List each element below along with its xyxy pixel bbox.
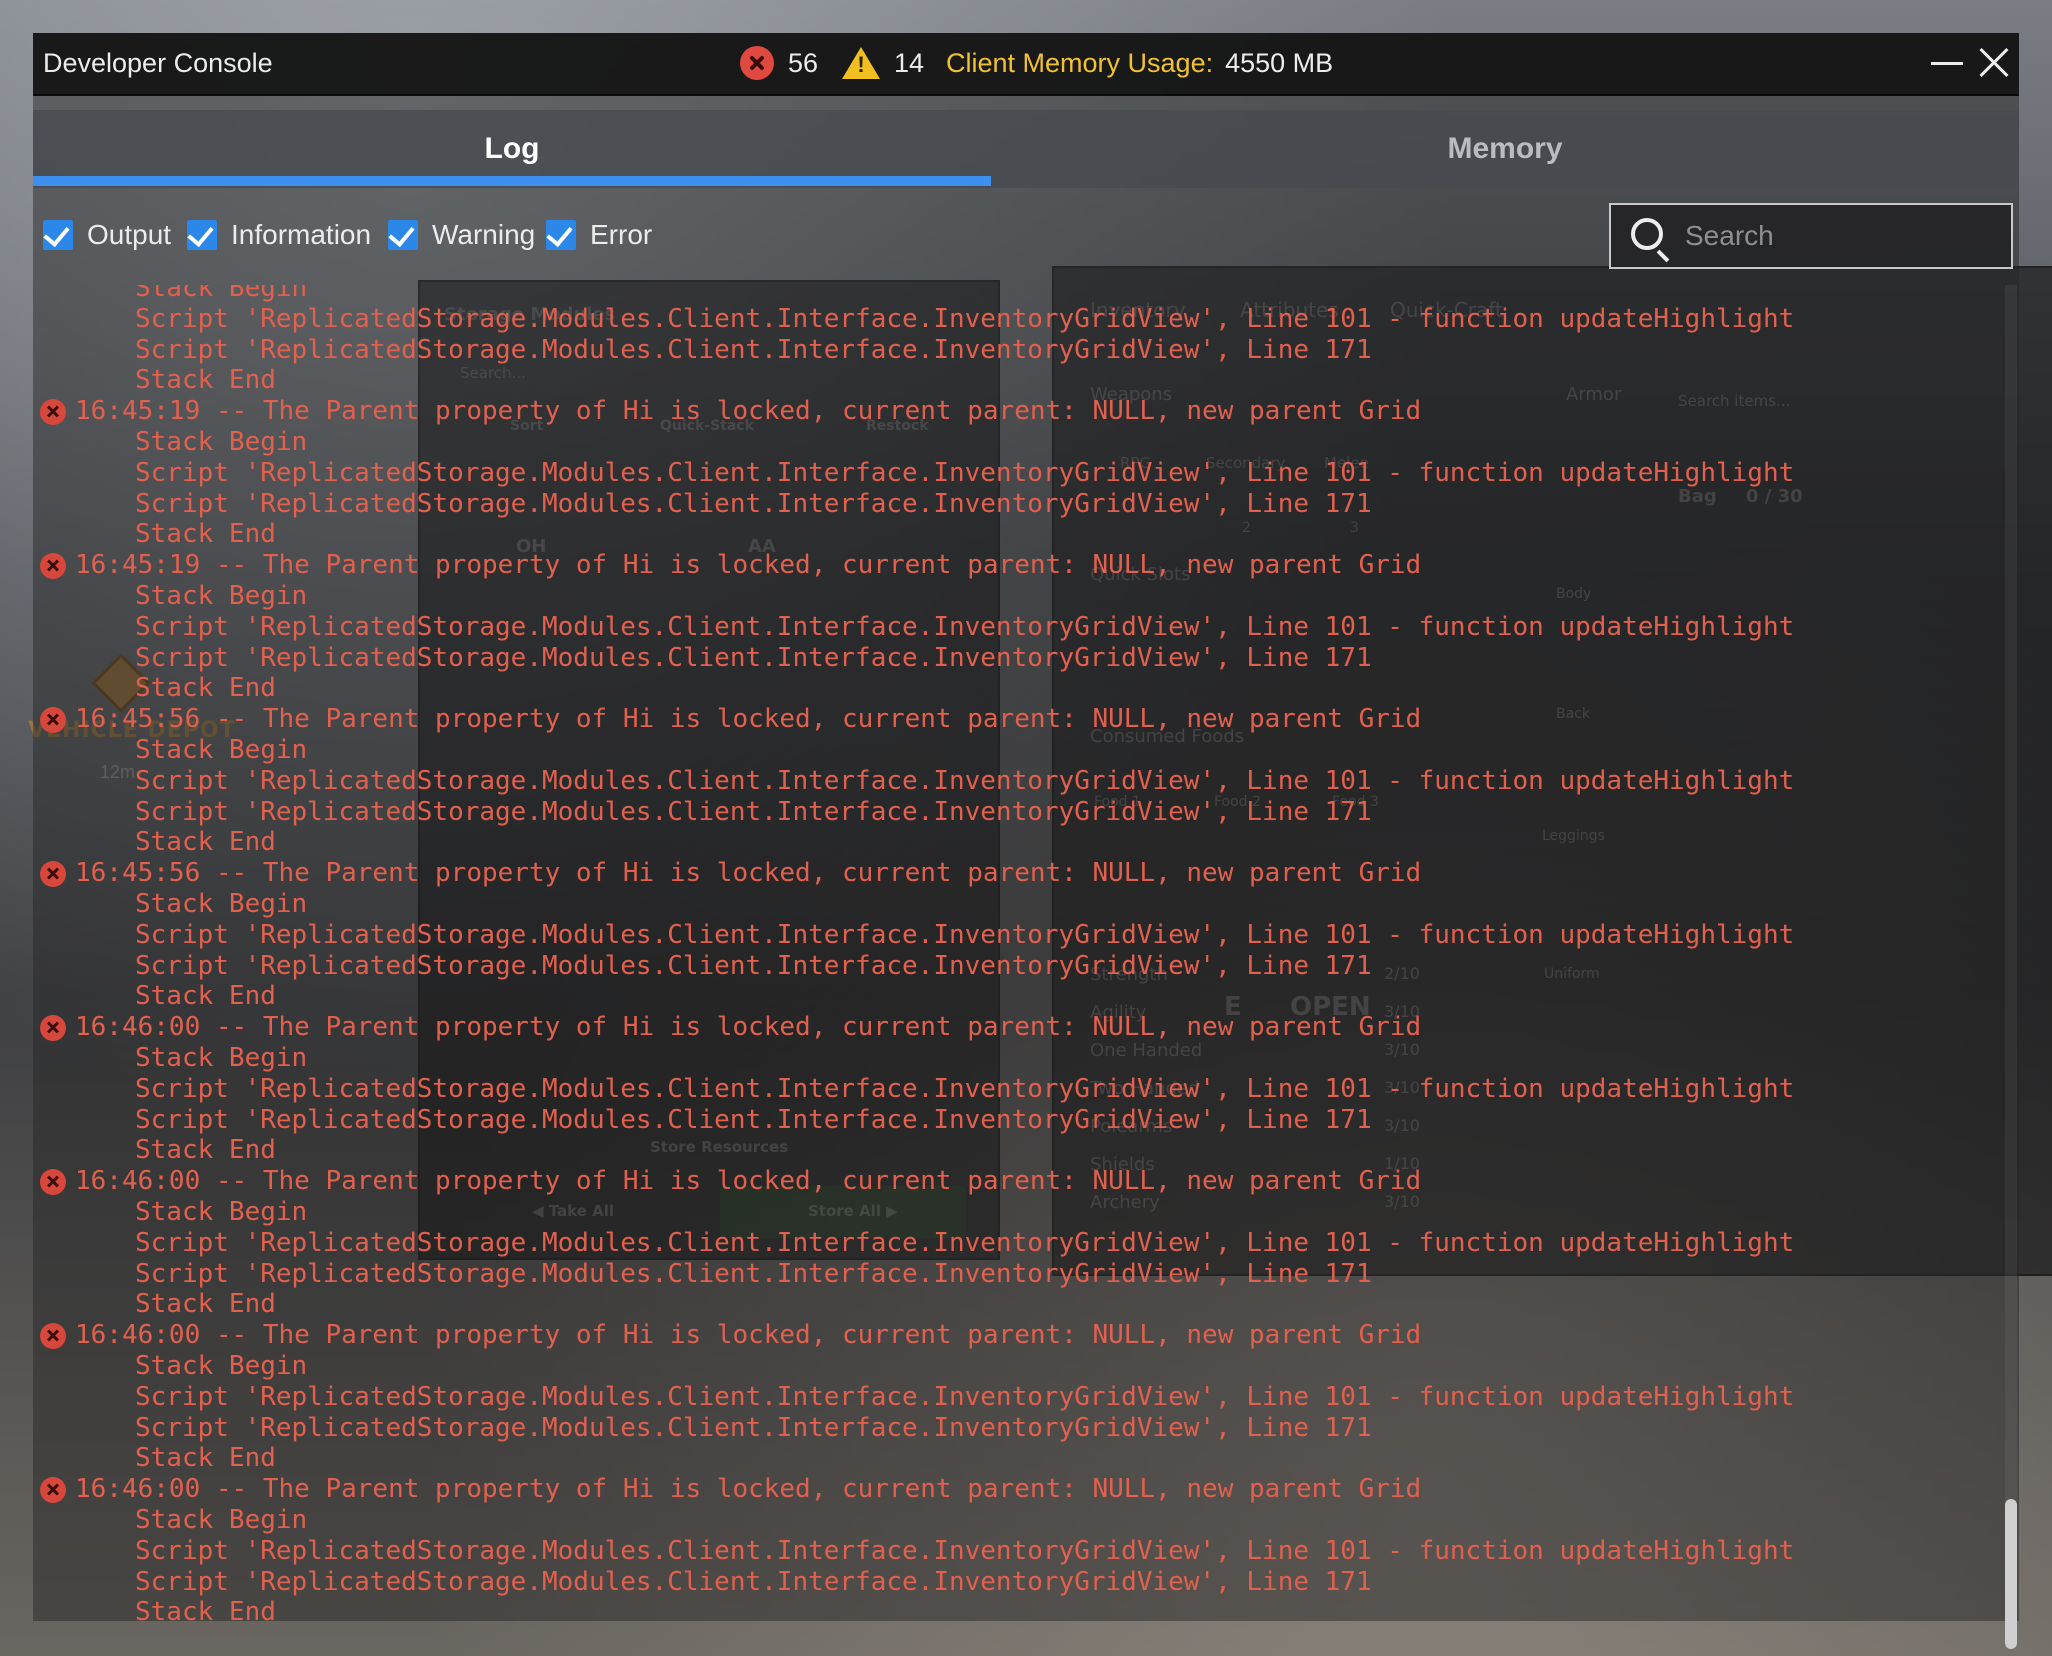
log-line-text: Stack Begin xyxy=(135,1505,308,1535)
log-line-text: Stack End xyxy=(135,981,276,1012)
search-icon xyxy=(1631,218,1663,250)
filter-error[interactable]: Error xyxy=(546,217,652,253)
log-line-text: Stack End xyxy=(135,1443,276,1474)
error-icon xyxy=(40,1477,66,1504)
log-line-text: Script 'ReplicatedStorage.Modules.Client… xyxy=(135,1258,1372,1289)
log-line-text: Stack End xyxy=(135,827,276,858)
checkbox-checked-icon[interactable] xyxy=(546,220,576,250)
memory-label: Client Memory Usage: xyxy=(946,47,1214,78)
filter-information-label: Information xyxy=(231,219,372,250)
tab-memory[interactable]: Memory xyxy=(991,110,2019,188)
log-line-text: Script 'ReplicatedStorage.Modules.Client… xyxy=(135,950,1372,981)
log-line-text: Script 'ReplicatedStorage.Modules.Client… xyxy=(135,1073,1795,1104)
error-icon xyxy=(740,46,774,80)
log-line-text: Stack Begin xyxy=(135,889,308,919)
log-line-text: Script 'ReplicatedStorage.Modules.Client… xyxy=(135,1381,1795,1412)
log-line-text: 16:45:19 -- The Parent property of Hi is… xyxy=(75,550,1422,581)
search-box[interactable] xyxy=(1609,203,2013,269)
log-line-text: 16:46:00 -- The Parent property of Hi is… xyxy=(75,1474,1422,1505)
error-icon xyxy=(40,707,66,734)
filter-output-label: Output xyxy=(87,219,172,250)
log-line-text: Script 'ReplicatedStorage.Modules.Client… xyxy=(135,765,1795,796)
error-count-badge[interactable]: 56 xyxy=(740,45,818,81)
console-titlebar[interactable]: Developer Console 56 ! 14 Client Memory … xyxy=(33,33,2019,96)
close-icon[interactable] xyxy=(1973,43,2013,83)
error-icon xyxy=(40,1169,66,1196)
filter-output[interactable]: Output xyxy=(43,217,171,253)
log-line-text: Stack End xyxy=(135,365,276,396)
error-icon xyxy=(40,1015,66,1042)
client-memory-usage: Client Memory Usage: 4550 MB xyxy=(946,45,1333,81)
log-scrollbar-track[interactable] xyxy=(2005,285,2017,1621)
log-line-text: Stack End xyxy=(135,1289,276,1320)
log-line-text: Script 'ReplicatedStorage.Modules.Client… xyxy=(135,642,1372,673)
error-icon xyxy=(40,861,66,888)
log-output[interactable]: Stack Begin Script 'ReplicatedStorage.Mod… xyxy=(33,285,1999,1621)
filter-error-label: Error xyxy=(590,219,653,250)
log-line-text: Stack End xyxy=(135,1597,276,1621)
log-line-text: 16:45:56 -- The Parent property of Hi is… xyxy=(75,704,1422,735)
memory-value: 4550 MB xyxy=(1225,47,1334,78)
error-icon xyxy=(40,399,66,426)
log-line-text: Script 'ReplicatedStorage.Modules.Client… xyxy=(135,303,1795,334)
developer-console: Developer Console 56 ! 14 Client Memory … xyxy=(33,33,2019,1649)
log-scrollbar-thumb[interactable] xyxy=(2005,1499,2017,1649)
log-line-text: Stack Begin xyxy=(135,1043,308,1073)
log-line-text: Script 'ReplicatedStorage.Modules.Client… xyxy=(135,488,1372,519)
warning-count: 14 xyxy=(894,47,925,78)
error-icon xyxy=(40,1323,66,1350)
log-line-text: Stack Begin xyxy=(135,581,308,611)
log-line-text: Script 'ReplicatedStorage.Modules.Client… xyxy=(135,1412,1372,1443)
search-input[interactable] xyxy=(1683,215,1997,257)
log-line-text: 16:46:00 -- The Parent property of Hi is… xyxy=(75,1320,1422,1351)
console-title: Developer Console xyxy=(43,48,273,78)
log-line-text: Stack End xyxy=(135,673,276,704)
filter-warning-label: Warning xyxy=(432,219,536,250)
minimize-icon[interactable] xyxy=(1927,43,1967,83)
checkbox-checked-icon[interactable] xyxy=(43,220,73,250)
active-tab-indicator xyxy=(33,176,991,186)
log-line-text: 16:45:19 -- The Parent property of Hi is… xyxy=(75,396,1422,427)
warning-icon: ! xyxy=(842,47,880,79)
game-screen: VEHICLE DEPOT 12m Storage Modules Search… xyxy=(0,0,2052,1656)
log-line-text: Script 'ReplicatedStorage.Modules.Client… xyxy=(135,1535,1795,1566)
log-line-text: Stack Begin xyxy=(135,427,308,457)
log-line-text: Script 'ReplicatedStorage.Modules.Client… xyxy=(135,919,1795,950)
checkbox-checked-icon[interactable] xyxy=(187,220,217,250)
log-line-text: 16:45:56 -- The Parent property of Hi is… xyxy=(75,858,1422,889)
log-line-text: Stack End xyxy=(135,519,276,550)
log-line-text: Stack End xyxy=(135,1135,276,1166)
log-line-text: Stack Begin xyxy=(135,735,308,765)
error-count: 56 xyxy=(788,47,819,78)
log-line-text: 16:46:00 -- The Parent property of Hi is… xyxy=(75,1166,1422,1197)
filter-warning[interactable]: Warning xyxy=(388,217,535,253)
log-line-text: Script 'ReplicatedStorage.Modules.Client… xyxy=(135,1566,1372,1597)
checkbox-checked-icon[interactable] xyxy=(388,220,418,250)
log-line-text: Stack Begin xyxy=(135,1197,308,1227)
log-line-text: Script 'ReplicatedStorage.Modules.Client… xyxy=(135,1227,1795,1258)
log-line-text: Script 'ReplicatedStorage.Modules.Client… xyxy=(135,611,1795,642)
log-line-text: Script 'ReplicatedStorage.Modules.Client… xyxy=(135,457,1795,488)
warning-count-badge[interactable]: ! 14 xyxy=(842,45,924,81)
error-icon xyxy=(40,553,66,580)
log-line-text: Script 'ReplicatedStorage.Modules.Client… xyxy=(135,334,1372,365)
log-line-text: Stack Begin xyxy=(135,285,308,303)
log-line-text: Script 'ReplicatedStorage.Modules.Client… xyxy=(135,1104,1372,1135)
log-line-text: Stack Begin xyxy=(135,1351,308,1381)
log-line-text: Script 'ReplicatedStorage.Modules.Client… xyxy=(135,796,1372,827)
log-line-text: 16:46:00 -- The Parent property of Hi is… xyxy=(75,1012,1422,1043)
filter-information[interactable]: Information xyxy=(187,217,371,253)
